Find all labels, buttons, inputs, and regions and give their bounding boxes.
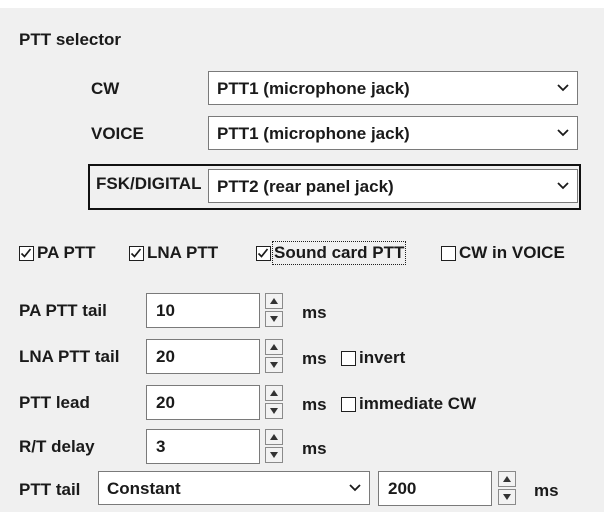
spin-down-button[interactable]: [265, 357, 283, 373]
checkbox-box: [341, 350, 356, 366]
rt-delay-value: 3: [156, 437, 166, 456]
ptt-tail-mode-value: Constant: [107, 479, 181, 498]
ptt-tail-value: 200: [388, 479, 417, 498]
rt-delay-label: R/T delay: [19, 437, 95, 456]
ptt-tail-value-input[interactable]: 200: [378, 471, 492, 506]
group-title: PTT selector: [19, 30, 122, 49]
cw-in-voice-label: CW in VOICE: [459, 243, 565, 262]
ptt-lead-spinner[interactable]: [265, 385, 283, 419]
checkmark-icon: [130, 247, 142, 258]
fsk-digital-ptt-select[interactable]: PTT2 (rear panel jack): [208, 169, 578, 203]
spin-down-button[interactable]: [265, 403, 283, 419]
triangle-down-icon: [270, 362, 278, 368]
cw-ptt-select-value: PTT1 (microphone jack): [217, 79, 410, 98]
triangle-up-icon: [270, 390, 278, 396]
triangle-up-icon: [270, 434, 278, 440]
spin-down-button[interactable]: [498, 489, 516, 505]
lna-ptt-tail-spinner[interactable]: [265, 339, 283, 373]
chevron-down-icon: [557, 182, 569, 190]
chevron-down-icon: [349, 484, 361, 492]
cw-in-voice-checkbox[interactable]: CW in VOICE: [441, 242, 565, 264]
ptt-lead-value: 20: [156, 393, 175, 412]
fsk-digital-mode-label: FSK/DIGITAL: [96, 174, 202, 193]
checkbox-box: [129, 245, 144, 261]
lna-ptt-tail-unit: ms: [302, 349, 327, 368]
sound-card-ptt-checkbox[interactable]: Sound card PTT: [256, 241, 407, 265]
invert-label: invert: [359, 348, 406, 367]
checkbox-box: [341, 396, 356, 412]
lna-ptt-checkbox[interactable]: LNA PTT: [129, 242, 218, 264]
spin-up-button[interactable]: [265, 293, 283, 309]
voice-mode-label: VOICE: [91, 124, 144, 143]
triangle-down-icon: [270, 316, 278, 322]
pa-ptt-tail-input[interactable]: 10: [146, 293, 260, 328]
rt-delay-unit: ms: [302, 439, 327, 458]
spin-down-button[interactable]: [265, 447, 283, 463]
ptt-lead-unit: ms: [302, 395, 327, 414]
triangle-down-icon: [270, 408, 278, 414]
fsk-digital-ptt-select-value: PTT2 (rear panel jack): [217, 177, 394, 196]
triangle-up-icon: [503, 476, 511, 482]
ptt-lead-label: PTT lead: [19, 393, 90, 412]
chevron-down-icon: [557, 84, 569, 92]
ptt-settings-panel: PTT selector CW PTT1 (microphone jack) V…: [0, 8, 604, 512]
lna-ptt-tail-label: LNA PTT tail: [19, 347, 120, 366]
checkbox-box: [19, 245, 34, 261]
invert-checkbox[interactable]: invert: [341, 347, 405, 369]
checkbox-box: [256, 245, 271, 261]
immediate-cw-label: immediate CW: [359, 394, 477, 413]
rt-delay-spinner[interactable]: [265, 429, 283, 463]
chevron-down-icon: [557, 129, 569, 137]
ptt-lead-input[interactable]: 20: [146, 385, 260, 420]
voice-ptt-select[interactable]: PTT1 (microphone jack): [208, 116, 578, 150]
pa-ptt-tail-unit: ms: [302, 303, 327, 322]
spin-up-button[interactable]: [265, 429, 283, 445]
voice-ptt-select-value: PTT1 (microphone jack): [217, 124, 410, 143]
triangle-up-icon: [270, 344, 278, 350]
spin-up-button[interactable]: [265, 385, 283, 401]
pa-ptt-tail-value: 10: [156, 301, 175, 320]
checkbox-box: [441, 245, 456, 261]
ptt-tail-mode-select[interactable]: Constant: [98, 471, 370, 505]
sound-card-ptt-label: Sound card PTT: [271, 241, 407, 265]
ptt-tail-label: PTT tail: [19, 480, 81, 499]
cw-ptt-select[interactable]: PTT1 (microphone jack): [208, 71, 578, 105]
immediate-cw-checkbox[interactable]: immediate CW: [341, 393, 476, 415]
spin-up-button[interactable]: [265, 339, 283, 355]
triangle-down-icon: [503, 494, 511, 500]
lna-ptt-tail-input[interactable]: 20: [146, 339, 260, 374]
checkmark-icon: [257, 247, 269, 258]
checkmark-icon: [20, 247, 32, 258]
cw-mode-label: CW: [91, 79, 120, 98]
ptt-tail-unit: ms: [534, 481, 559, 500]
triangle-up-icon: [270, 298, 278, 304]
lna-ptt-tail-value: 20: [156, 347, 175, 366]
pa-ptt-tail-spinner[interactable]: [265, 293, 283, 327]
lna-ptt-label: LNA PTT: [147, 243, 219, 262]
ptt-tail-spinner[interactable]: [498, 471, 516, 505]
spin-up-button[interactable]: [498, 471, 516, 487]
pa-ptt-label: PA PTT: [37, 243, 96, 262]
pa-ptt-checkbox[interactable]: PA PTT: [19, 242, 96, 264]
rt-delay-input[interactable]: 3: [146, 429, 260, 464]
triangle-down-icon: [270, 452, 278, 458]
pa-ptt-tail-label: PA PTT tail: [19, 301, 107, 320]
spin-down-button[interactable]: [265, 311, 283, 327]
